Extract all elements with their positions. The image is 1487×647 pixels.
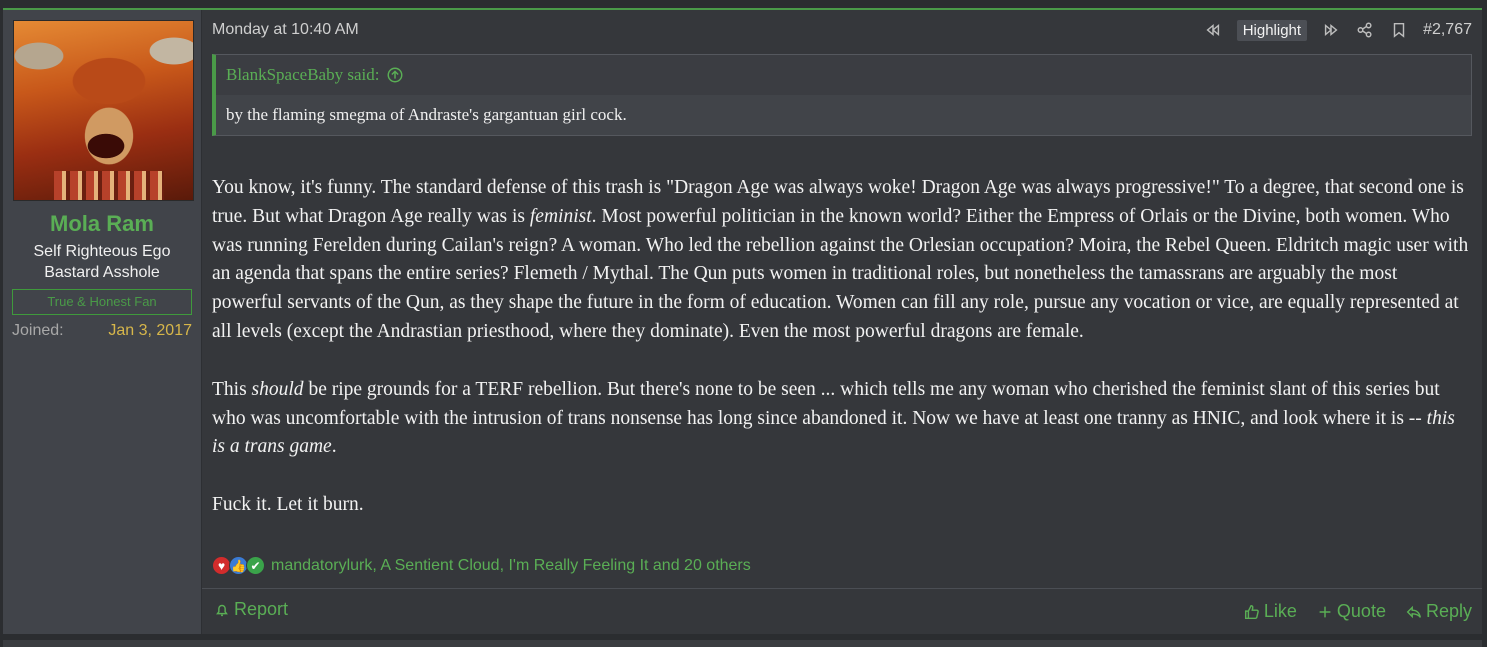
reply-icon bbox=[1404, 602, 1424, 622]
like-button[interactable]: Like bbox=[1242, 601, 1297, 622]
jump-up-icon[interactable] bbox=[385, 65, 405, 85]
post-main: Monday at 10:40 AM Highlight #2,767 Blan… bbox=[202, 10, 1482, 634]
joined-label: Joined: bbox=[12, 322, 64, 339]
report-label: Report bbox=[234, 599, 289, 620]
reactions-bar[interactable]: ♥ 👍 ✔ mandatorylurk, A Sentient Cloud, I… bbox=[212, 556, 751, 575]
post-actions: Highlight #2,767 bbox=[1203, 19, 1472, 41]
post-body: You know, it's funny. The standard defen… bbox=[212, 174, 1472, 520]
highlight-button[interactable]: Highlight bbox=[1236, 19, 1308, 41]
reply-label: Reply bbox=[1425, 601, 1472, 621]
report-button[interactable]: Report bbox=[212, 599, 288, 620]
quote-block: BlankSpaceBaby said: by the flaming smeg… bbox=[212, 54, 1472, 136]
prev-highlight-icon[interactable] bbox=[1203, 20, 1223, 40]
next-highlight-icon[interactable] bbox=[1321, 20, 1341, 40]
username[interactable]: Mola Ram bbox=[12, 211, 192, 237]
post-footer: Report Like Quote Reply bbox=[202, 588, 1482, 634]
post-paragraph-3: Fuck it. Let it burn. bbox=[212, 494, 364, 516]
user-title-line2: Bastard Asshole bbox=[44, 264, 160, 281]
quote-author[interactable]: BlankSpaceBaby said: bbox=[226, 65, 379, 85]
forum-post: Mola Ram Self Righteous Ego Bastard Assh… bbox=[3, 8, 1482, 634]
quote-header: BlankSpaceBaby said: bbox=[216, 55, 1471, 95]
quote-button[interactable]: Quote bbox=[1315, 601, 1386, 622]
agree-icon: ✔ bbox=[246, 556, 265, 575]
next-post-edge bbox=[3, 640, 1482, 647]
post-paragraph-2: This should be ripe grounds for a TERF r… bbox=[212, 378, 1455, 458]
post-number[interactable]: #2,767 bbox=[1423, 21, 1472, 39]
user-title-line1: Self Righteous Ego bbox=[33, 243, 171, 260]
post-date[interactable]: Monday at 10:40 AM bbox=[212, 21, 1203, 39]
joined-row: Joined: Jan 3, 2017 bbox=[12, 322, 192, 340]
plus-icon bbox=[1315, 602, 1335, 622]
share-icon[interactable] bbox=[1355, 20, 1375, 40]
thumbs-up-icon bbox=[1242, 602, 1262, 622]
joined-value: Jan 3, 2017 bbox=[108, 322, 192, 339]
post-meta: Monday at 10:40 AM Highlight #2,767 bbox=[212, 10, 1472, 50]
user-banner: True & Honest Fan bbox=[12, 289, 192, 315]
quote-text: by the flaming smegma of Andraste's garg… bbox=[216, 95, 1471, 135]
post-paragraph-1: You know, it's funny. The standard defen… bbox=[212, 177, 1469, 342]
bookmark-icon[interactable] bbox=[1389, 20, 1409, 40]
avatar[interactable] bbox=[13, 20, 194, 201]
user-title: Self Righteous Ego Bastard Asshole bbox=[12, 241, 192, 283]
reply-button[interactable]: Reply bbox=[1404, 601, 1472, 622]
reaction-names[interactable]: mandatorylurk, A Sentient Cloud, I'm Rea… bbox=[271, 557, 751, 575]
quote-label: Quote bbox=[1336, 601, 1386, 621]
bell-icon bbox=[212, 600, 232, 620]
like-label: Like bbox=[1263, 601, 1297, 621]
user-sidebar: Mola Ram Self Righteous Ego Bastard Assh… bbox=[3, 10, 202, 634]
